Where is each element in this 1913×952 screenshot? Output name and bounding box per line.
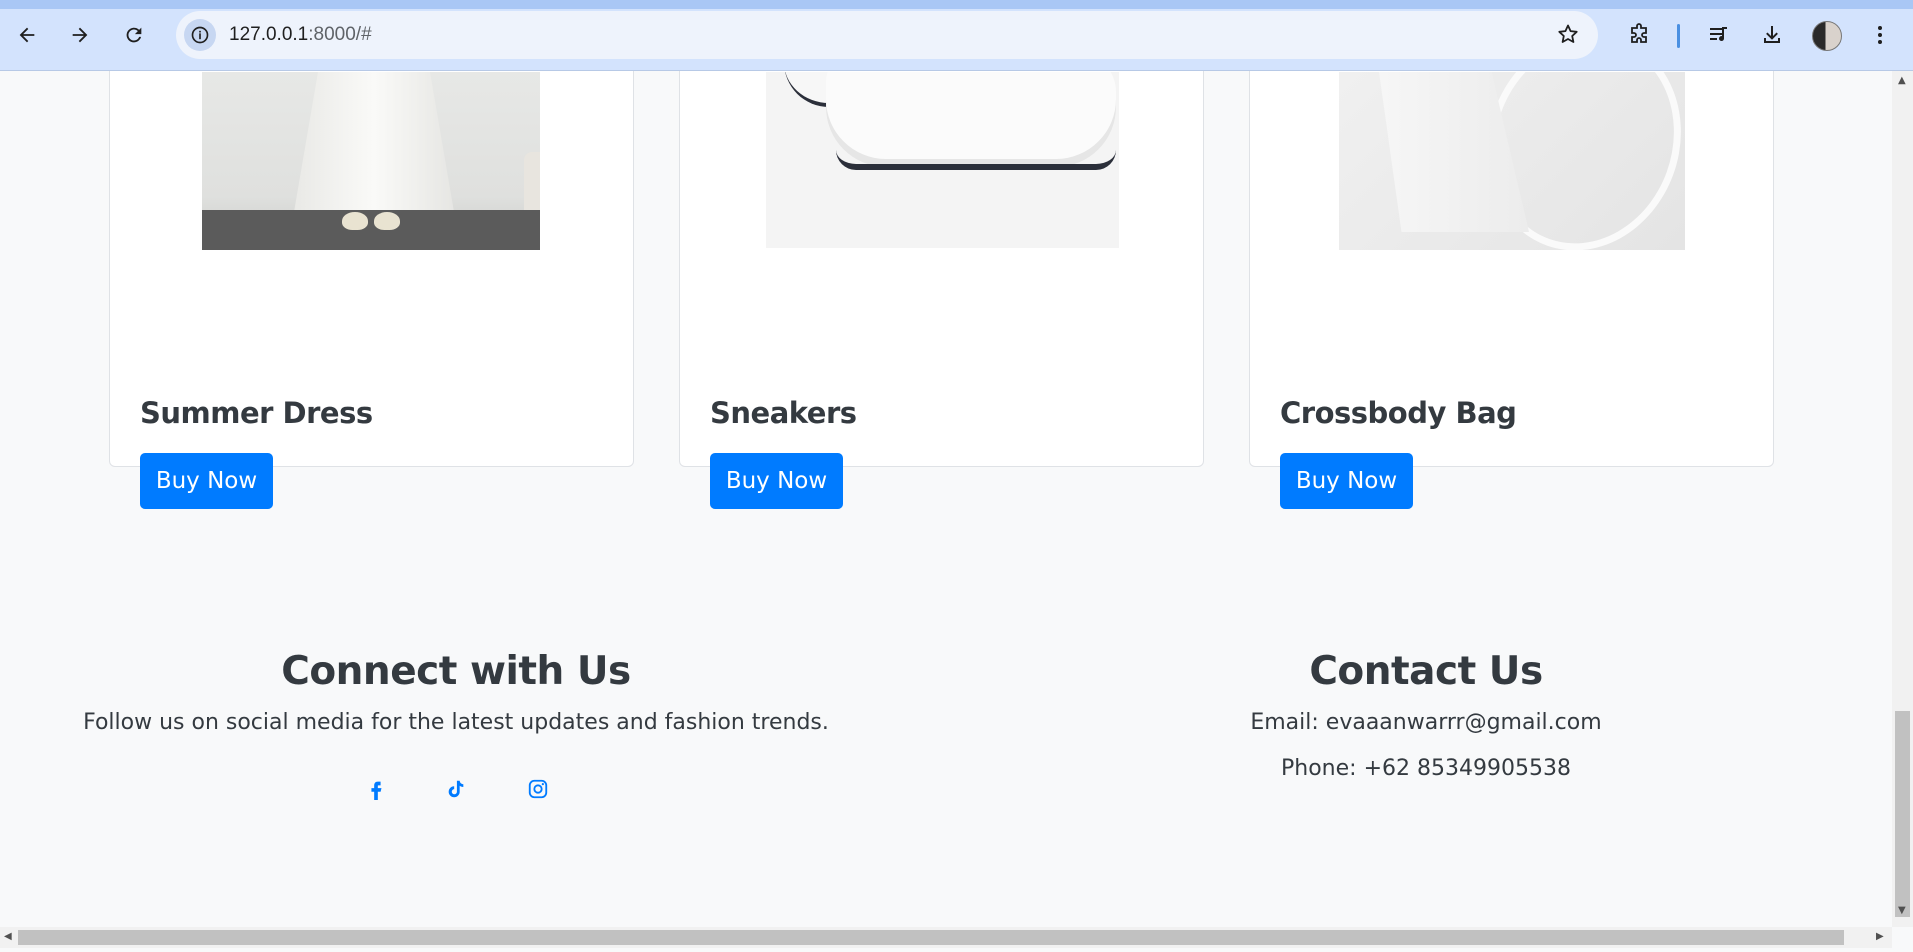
horizontal-scroll-thumb[interactable] bbox=[18, 930, 1844, 945]
profile-avatar[interactable] bbox=[1812, 21, 1842, 51]
reload-icon bbox=[126, 27, 142, 43]
product-card: Sneakers Buy Now bbox=[679, 71, 1204, 509]
vertical-scroll-thumb[interactable] bbox=[1895, 711, 1910, 917]
contact-heading: Contact Us bbox=[1309, 649, 1543, 694]
address-bar[interactable]: 127.0.0.1:8000/# bbox=[176, 11, 1598, 59]
tiktok-icon[interactable] bbox=[441, 774, 471, 804]
media-controls-icon[interactable] bbox=[1700, 16, 1738, 54]
contact-email: Email: evaaanwarrr@gmail.com bbox=[1250, 710, 1602, 735]
scroll-left-arrow-icon[interactable]: ◀ bbox=[4, 931, 12, 942]
scroll-up-arrow-icon[interactable]: ▲ bbox=[1898, 75, 1906, 86]
forward-button[interactable] bbox=[61, 16, 99, 54]
tab-strip bbox=[0, 0, 1913, 9]
extensions-icon[interactable] bbox=[1620, 16, 1658, 54]
scroll-down-arrow-icon[interactable]: ▼ bbox=[1898, 905, 1906, 916]
menu-kebab-icon[interactable] bbox=[1861, 16, 1899, 54]
product-title: Summer Dress bbox=[140, 396, 373, 430]
buy-now-button[interactable]: Buy Now bbox=[140, 453, 273, 509]
facebook-icon[interactable] bbox=[361, 774, 391, 804]
product-image-bag bbox=[1339, 72, 1685, 250]
connect-section: Connect with Us Follow us on social medi… bbox=[56, 649, 856, 735]
site-info-icon[interactable] bbox=[184, 19, 216, 51]
back-arrow-icon bbox=[19, 27, 35, 43]
toolbar-separator bbox=[1677, 24, 1680, 48]
instagram-icon[interactable] bbox=[523, 774, 553, 804]
scroll-right-arrow-icon[interactable]: ▶ bbox=[1876, 931, 1884, 942]
buy-now-button[interactable]: Buy Now bbox=[710, 453, 843, 509]
product-title: Sneakers bbox=[710, 396, 857, 430]
url-host: 127.0.0.1 bbox=[229, 24, 309, 45]
connect-heading: Connect with Us bbox=[281, 649, 631, 694]
product-card: Summer Dress Buy Now bbox=[109, 71, 634, 509]
forward-arrow-icon bbox=[72, 27, 88, 43]
bookmark-star-icon[interactable] bbox=[1556, 22, 1580, 51]
page-viewport: Summer Dress Buy Now Sneakers Buy Now Cr… bbox=[0, 71, 1892, 927]
url-text[interactable]: 127.0.0.1:8000/# bbox=[229, 24, 372, 46]
product-image-dress bbox=[202, 72, 540, 250]
download-icon[interactable] bbox=[1753, 16, 1791, 54]
contact-phone: Phone: +62 85349905538 bbox=[1281, 756, 1571, 781]
contact-section: Contact Us Email: evaaanwarrr@gmail.com … bbox=[1026, 649, 1826, 781]
browser-toolbar: 127.0.0.1:8000/# bbox=[0, 0, 1913, 71]
vertical-scrollbar[interactable]: ▲ ▼ bbox=[1892, 71, 1913, 927]
buy-now-button[interactable]: Buy Now bbox=[1280, 453, 1413, 509]
product-card: Crossbody Bag Buy Now bbox=[1249, 71, 1774, 509]
reload-button[interactable] bbox=[115, 16, 153, 54]
horizontal-scrollbar[interactable]: ◀ ▶ bbox=[0, 927, 1892, 948]
connect-text: Follow us on social media for the latest… bbox=[83, 710, 829, 735]
product-image-sneakers bbox=[766, 72, 1119, 248]
product-title: Crossbody Bag bbox=[1280, 396, 1517, 430]
back-button[interactable] bbox=[8, 16, 46, 54]
url-path: :8000/# bbox=[308, 24, 372, 45]
